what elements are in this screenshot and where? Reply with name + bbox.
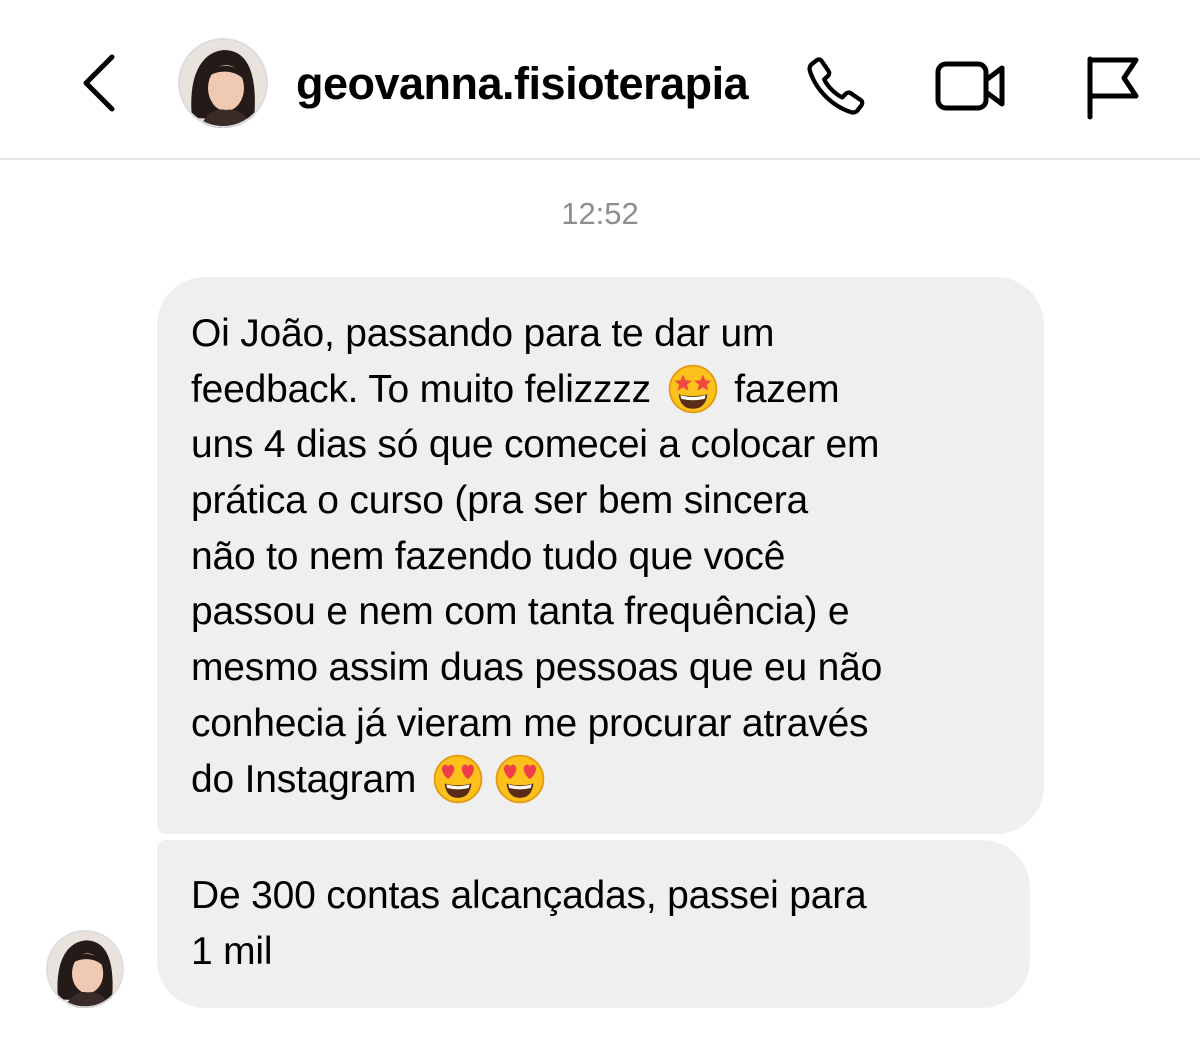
message-line: 1 mil <box>191 929 273 973</box>
message-line: Oi João, passando para te dar um <box>191 312 775 355</box>
video-call-button[interactable] <box>930 48 1012 124</box>
message-line: prática o curso (pra ser bem sincera <box>191 479 809 523</box>
chat-header: geovanna.fisioterapia <box>0 0 1200 160</box>
message-line: mesmo assim duas pessoas que eu não <box>191 646 883 690</box>
message-text: feedback. To muito felizzzz <box>191 367 651 411</box>
flag-icon <box>1087 56 1139 120</box>
call-button[interactable] <box>800 48 872 124</box>
chevron-left-icon <box>83 54 115 112</box>
message-line: De 300 contas alcançadas, passei para <box>191 874 867 917</box>
heart-eyes-emoji <box>495 754 545 803</box>
profile-photo <box>178 38 268 128</box>
message-line: do Instagram <box>191 752 1014 808</box>
profile-photo <box>46 930 124 1008</box>
sender-avatar[interactable] <box>46 930 124 1008</box>
message-text: fazem <box>734 367 840 411</box>
message-line: feedback. To muito felizzzz fazem <box>191 362 1014 418</box>
report-button[interactable] <box>1072 48 1144 124</box>
phone-icon <box>807 57 865 115</box>
message-bubble[interactable]: De 300 contas alcançadas, passei para 1 … <box>157 840 1030 1008</box>
back-button[interactable] <box>72 48 128 118</box>
message-line: passou e nem com tanta frequência) e <box>191 590 850 634</box>
message-line: não to nem fazendo tudo que você <box>191 534 786 578</box>
message-timestamp: 12:52 <box>561 196 639 231</box>
avatar[interactable] <box>178 38 268 128</box>
message-bubble[interactable]: Oi João, passando para te dar um feedbac… <box>157 277 1044 834</box>
message-line: conhecia já vieram me procurar através <box>191 701 869 745</box>
video-camera-icon <box>935 61 1005 111</box>
star-struck-emoji <box>668 364 717 413</box>
message-text: do Instagram <box>191 757 417 801</box>
heart-eyes-emoji <box>433 754 483 803</box>
message-line: uns 4 dias só que comecei a colocar em <box>191 423 880 467</box>
chat-username[interactable]: geovanna.fisioterapia <box>296 54 749 114</box>
